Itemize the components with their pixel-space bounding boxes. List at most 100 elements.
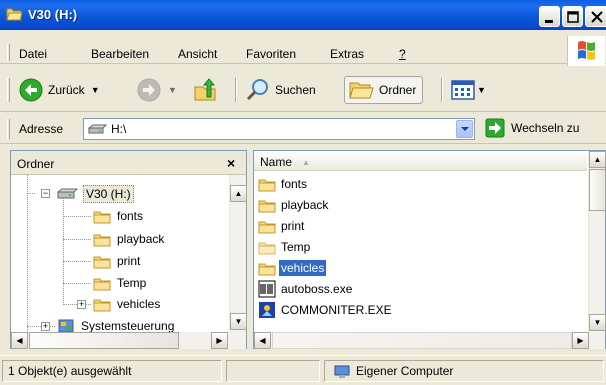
- tree-item-playback[interactable]: playback: [93, 231, 166, 247]
- maximize-button[interactable]: [562, 6, 583, 27]
- address-grip[interactable]: [7, 119, 10, 139]
- menu-bearbeiten[interactable]: Bearbeiten: [91, 47, 149, 61]
- expand-toggle[interactable]: +: [77, 300, 86, 309]
- forward-dropdown-icon[interactable]: ▼: [168, 85, 177, 95]
- toolbar-separator: [441, 78, 443, 102]
- file-label: Temp: [281, 240, 311, 254]
- window-title: V30 (H:): [28, 7, 78, 22]
- tree-item-label: playback: [117, 232, 165, 246]
- views-icon: [451, 80, 475, 100]
- collapse-toggle[interactable]: −: [41, 189, 50, 198]
- file-item-commoniter[interactable]: COMMONITER.EXE: [258, 300, 394, 320]
- column-name-label: Name: [260, 155, 293, 169]
- back-dropdown-icon[interactable]: ▼: [91, 85, 100, 95]
- menu-grip[interactable]: [7, 44, 10, 61]
- address-field[interactable]: H:\: [83, 118, 475, 140]
- file-horizontal-scrollbar[interactable]: ◀ ▶: [254, 332, 605, 349]
- search-button[interactable]: Suchen: [245, 76, 316, 104]
- tree-line: [63, 239, 91, 240]
- expand-toggle[interactable]: +: [41, 322, 50, 331]
- tree-item-temp[interactable]: Temp: [93, 275, 148, 291]
- forward-arrow-icon: [137, 78, 161, 102]
- tree-item-drive[interactable]: V30 (H:): [57, 185, 134, 203]
- go-label: Wechseln zu: [511, 121, 580, 135]
- my-computer-icon: [334, 365, 350, 378]
- scroll-track[interactable]: [272, 332, 572, 349]
- tree-horizontal-scrollbar[interactable]: ◀ ▶: [11, 332, 246, 349]
- go-button[interactable]: Wechseln zu: [485, 118, 579, 138]
- tree-item-control-panel[interactable]: Systemsteuerung: [57, 318, 176, 332]
- address-label: Adresse: [19, 122, 64, 136]
- up-folder-icon: [194, 78, 216, 101]
- minimize-icon: [545, 20, 553, 23]
- tree-item-fonts[interactable]: fonts: [93, 208, 145, 224]
- windows-logo-icon: [567, 36, 605, 66]
- minimize-button[interactable]: [539, 6, 560, 27]
- up-folder-button[interactable]: [192, 76, 218, 104]
- folder-pane-close-button[interactable]: ×: [227, 155, 235, 171]
- menu-favoriten[interactable]: Favoriten: [246, 47, 296, 61]
- menu-help[interactable]: ?: [399, 47, 406, 61]
- folder-pane-header: Ordner ×: [11, 151, 246, 175]
- scroll-down-button[interactable]: ▼: [230, 313, 247, 330]
- address-value: H:\: [111, 122, 127, 136]
- file-label: print: [281, 219, 305, 233]
- toolbar-separator: [235, 78, 237, 102]
- scroll-up-button[interactable]: ▲: [589, 151, 606, 168]
- file-item-temp[interactable]: Temp: [258, 237, 312, 257]
- address-dropdown-button[interactable]: [456, 120, 473, 138]
- maximize-icon: [567, 11, 579, 23]
- folder-open-icon: [6, 8, 23, 21]
- scroll-up-button[interactable]: ▲: [230, 185, 247, 202]
- file-item-autoboss[interactable]: autoboss.exe: [258, 279, 354, 299]
- scroll-down-button[interactable]: ▼: [589, 314, 606, 331]
- forward-button[interactable]: ▼: [136, 76, 177, 104]
- views-button[interactable]: ▼: [451, 76, 486, 104]
- back-button[interactable]: Zurück ▼: [18, 76, 100, 104]
- tree-line: [63, 197, 64, 303]
- file-item-playback[interactable]: playback: [258, 195, 330, 215]
- menu-extras[interactable]: Extras: [330, 47, 364, 61]
- drive-icon: [88, 124, 108, 134]
- tree-item-label: vehicles: [117, 297, 161, 311]
- folder-icon: [258, 221, 276, 233]
- scroll-right-button[interactable]: ▶: [211, 332, 228, 349]
- column-header-name[interactable]: Name ▲: [254, 151, 587, 171]
- control-panel-icon: [58, 319, 74, 332]
- tree-vertical-scrollbar[interactable]: ▲ ▼: [229, 175, 247, 332]
- address-bar: Adresse H:\ Wechseln zu: [0, 113, 606, 144]
- scroll-thumb[interactable]: [589, 169, 606, 211]
- menu-datei[interactable]: Datei: [19, 47, 47, 61]
- scroll-right-button[interactable]: ▶: [572, 332, 589, 349]
- file-label: fonts: [281, 177, 308, 191]
- folders-button[interactable]: Ordner: [344, 76, 424, 104]
- folder-pane-title: Ordner: [17, 157, 55, 171]
- tree-line: [63, 216, 91, 217]
- file-item-print[interactable]: print: [258, 216, 306, 236]
- tree-item-vehicles[interactable]: vehicles: [93, 296, 162, 312]
- scroll-left-button[interactable]: ◀: [11, 332, 28, 349]
- file-list: fonts playback print Temp vehicles autob…: [254, 174, 587, 332]
- exe-icon: [259, 302, 275, 318]
- views-dropdown-icon[interactable]: ▼: [477, 85, 486, 95]
- status-selection-text: 1 Objekt(e) ausgewählt: [8, 364, 132, 378]
- file-item-fonts[interactable]: fonts: [258, 174, 309, 194]
- folders-icon: [349, 82, 374, 99]
- file-item-vehicles[interactable]: vehicles: [258, 258, 327, 278]
- tree-item-print[interactable]: print: [93, 253, 142, 269]
- toolbar-grip[interactable]: [7, 78, 10, 102]
- menu-ansicht[interactable]: Ansicht: [178, 47, 217, 61]
- file-vertical-scrollbar[interactable]: ▲ ▼: [588, 151, 606, 332]
- close-icon: [591, 11, 603, 23]
- folder-icon: [258, 200, 276, 212]
- close-button[interactable]: [585, 6, 606, 27]
- folder-icon: [93, 256, 111, 268]
- scroll-thumb[interactable]: [29, 332, 179, 349]
- drive-icon: [57, 188, 79, 199]
- standard-toolbar: Zurück ▼ ▼ Suchen Ordner ▼: [0, 66, 606, 112]
- tree-line: [27, 175, 28, 332]
- title-bar[interactable]: V30 (H:): [0, 0, 606, 30]
- exe-icon: [258, 280, 276, 298]
- folder-pane: Ordner × − V30 (H:) fonts playback print…: [10, 150, 247, 349]
- scroll-left-button[interactable]: ◀: [254, 332, 271, 349]
